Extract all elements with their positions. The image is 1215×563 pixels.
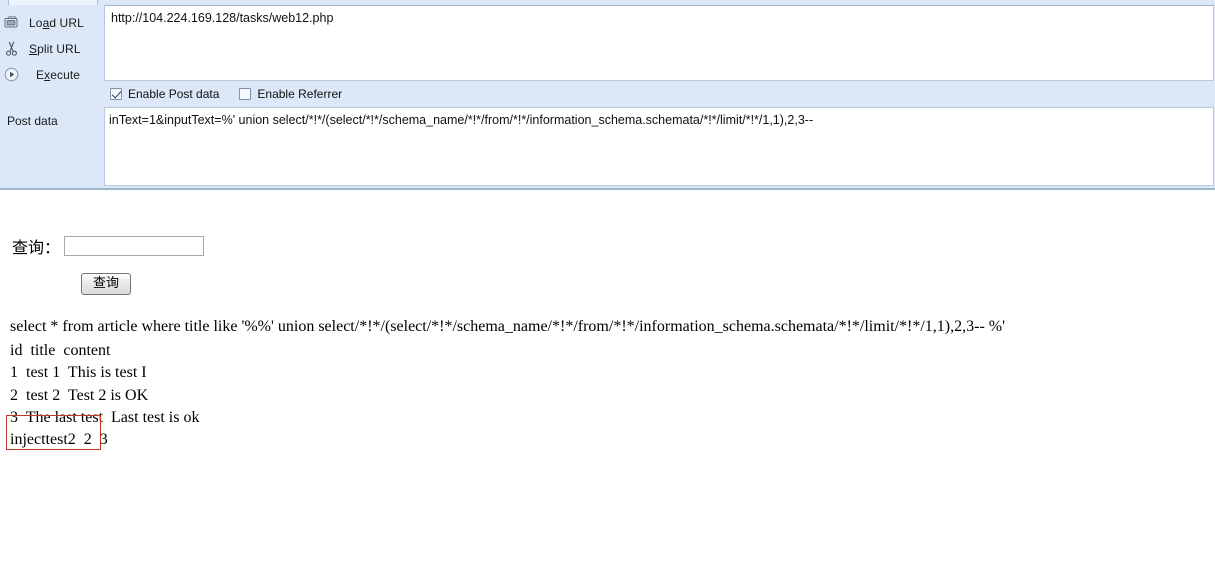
cell: 2 <box>75 431 92 449</box>
cell: The last test <box>18 408 104 426</box>
sql-echo-text: select * from article where title like '… <box>10 318 1005 335</box>
post-data-row-label: Post data <box>7 114 58 128</box>
cell: 3 <box>91 431 108 449</box>
split-url-button[interactable]: Split URL <box>0 38 103 59</box>
hackbar-left-column: Load URL Split URL Execute Post data <box>0 5 103 188</box>
hackbar-options-bar: Enable Post data Enable Referrer <box>104 82 1214 106</box>
query-submit-button[interactable]: 查询 <box>81 273 131 295</box>
table-row: 1 test 1 This is test I <box>10 362 199 384</box>
cell: injecttest2 <box>10 431 76 449</box>
checkbox-box-unchecked[interactable] <box>239 88 252 100</box>
cell: id <box>10 342 23 359</box>
table-header-row: id title content <box>10 340 199 362</box>
table-row: 3 The last test Last test is ok <box>10 407 199 429</box>
post-data-input[interactable]: inText=1&inputText=%' union select/*!*/(… <box>104 107 1214 186</box>
enable-referrer-label: Enable Referrer <box>257 87 343 101</box>
cell: Test 2 is OK <box>60 386 149 404</box>
split-url-label: Split URL <box>29 41 81 56</box>
cell: Last test is ok <box>103 408 200 426</box>
enable-post-data-label: Enable Post data <box>128 87 220 101</box>
scissors-icon <box>0 41 22 56</box>
cell: content <box>55 342 111 359</box>
cell: 1 <box>10 364 18 382</box>
cell: title <box>22 342 56 359</box>
load-url-button[interactable]: Load URL <box>0 12 103 33</box>
checkbox-box-checked[interactable] <box>110 88 122 100</box>
execute-play-icon <box>0 67 22 82</box>
query-form-row: 查询： <box>12 234 205 258</box>
cell: 2 <box>10 386 18 404</box>
cell: test 2 <box>18 386 61 404</box>
enable-referrer-checkbox[interactable]: Enable Referrer <box>239 87 342 101</box>
execute-label: Execute <box>36 67 81 82</box>
cell: test 1 <box>18 364 61 382</box>
execute-button[interactable]: Execute <box>0 64 103 85</box>
load-url-icon <box>0 16 22 29</box>
query-label: 查询： <box>12 238 61 257</box>
result-table: id title content 1 test 1 This is test I2… <box>10 340 199 451</box>
query-input[interactable] <box>64 236 205 256</box>
page-content: 查询： 查询 select * from article where title… <box>0 192 1215 563</box>
cell: This is test I <box>60 364 147 382</box>
hackbar-toolbar: Load URL Split URL Execute Post data htt… <box>0 0 1215 190</box>
table-row: injecttest2 2 3 <box>10 429 199 451</box>
enable-post-data-checkbox[interactable]: Enable Post data <box>110 87 219 101</box>
cell: 3 <box>10 408 18 426</box>
url-input[interactable]: http://104.224.169.128/tasks/web12.php <box>104 5 1214 81</box>
load-url-label: Load URL <box>29 15 84 30</box>
table-row: 2 test 2 Test 2 is OK <box>10 385 199 407</box>
